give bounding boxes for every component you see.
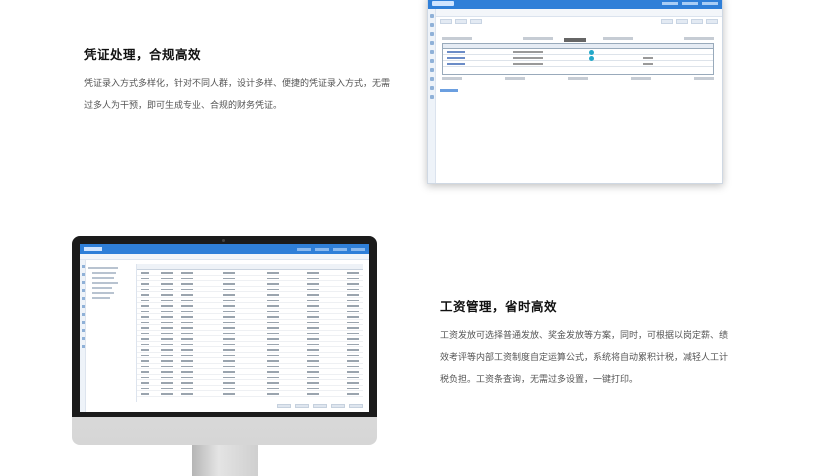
payroll-table-row [137, 391, 363, 397]
payroll-feature-title: 工资管理，省时高效 [440, 299, 558, 314]
monitor-stand [192, 445, 258, 476]
payroll-app-logo [84, 247, 102, 251]
camera-icon [222, 239, 225, 242]
voucher-feature-description: 凭证录入方式多样化，针对不同人群，设计多样、便捷的凭证录入方式，无需过多人为干预… [84, 79, 391, 111]
app-header-bar [428, 0, 722, 9]
voucher-app-screenshot [427, 0, 723, 184]
voucher-entry-table [442, 43, 714, 75]
payroll-tree [88, 264, 128, 299]
voucher-meta-row [442, 37, 714, 41]
monitor-bezel [72, 236, 377, 417]
payroll-app-screenshot [80, 244, 369, 412]
app-toolbar [440, 19, 718, 26]
payroll-table [136, 264, 363, 402]
payroll-header-bar [80, 244, 369, 254]
payroll-sidebar [80, 260, 86, 412]
payroll-tab-strip [80, 254, 369, 260]
payroll-feature-description: 工资发放可选择普通发放、奖金发放等方案，同时，可根据以岗定薪、绩效考评等内部工资… [440, 331, 729, 385]
voucher-feature-title: 凭证处理，合规高效 [84, 47, 202, 62]
voucher-footer-row [442, 77, 714, 81]
payroll-feature: 工资管理，省时高效 工资发放可选择普通发放、奖金发放等方案，同时，可根据以岗定薪… [440, 296, 730, 391]
voucher-feature: 凭证处理，合规高效 凭证录入方式多样化，针对不同人群，设计多样、便捷的凭证录入方… [84, 44, 394, 117]
payroll-pagination [136, 404, 363, 410]
voucher-link [440, 89, 458, 92]
desktop-monitor [72, 236, 377, 445]
app-logo [432, 0, 454, 6]
app-tab-strip [436, 9, 722, 17]
